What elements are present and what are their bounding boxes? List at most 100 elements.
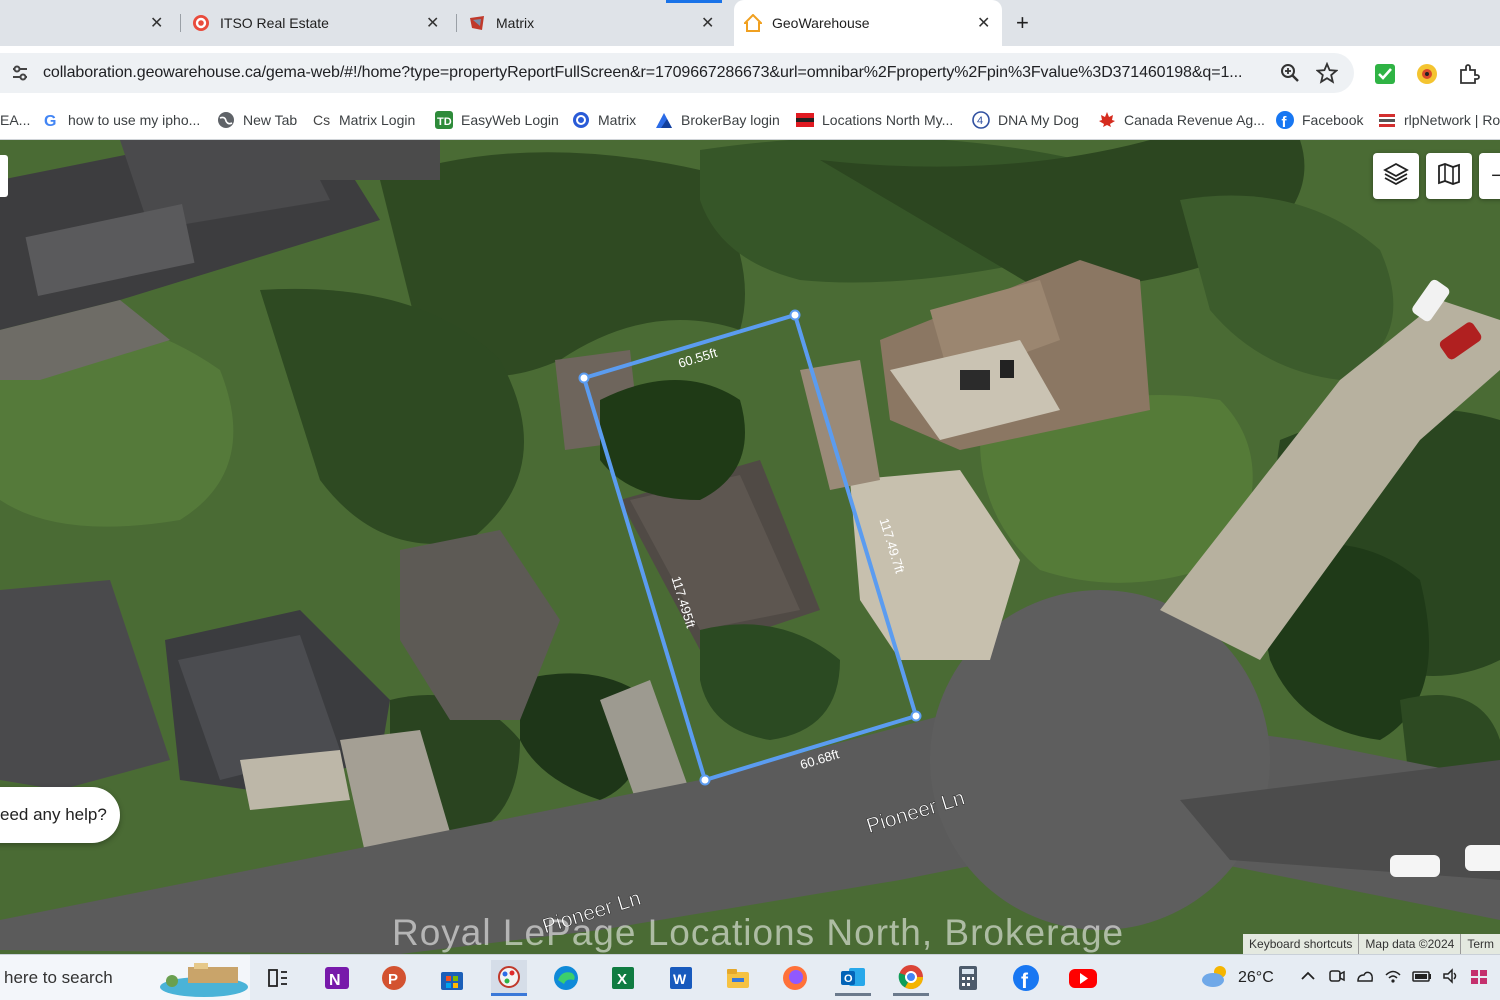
tab-strip: ✕ ITSO Real Estate ✕ Matrix ✕ GeoWarehou… — [0, 0, 1500, 46]
bookmark-dna-dog[interactable]: 4 DNA My Dog — [972, 100, 1079, 140]
geowarehouse-favicon — [742, 13, 764, 32]
extension-ball-icon[interactable] — [1416, 63, 1438, 90]
maple-leaf-icon — [1098, 111, 1116, 129]
side-panel-tab[interactable] — [0, 155, 8, 197]
task-view-icon[interactable] — [260, 960, 296, 996]
powerpoint-icon[interactable]: P — [376, 960, 412, 996]
meet-now-icon[interactable] — [1328, 967, 1346, 990]
bookmark-label: Matrix Login — [339, 112, 416, 128]
zoom-button-partial[interactable]: − — [1479, 153, 1500, 199]
close-icon[interactable]: ✕ — [426, 13, 439, 33]
tab-divider — [180, 14, 181, 32]
firefox-icon[interactable] — [777, 960, 813, 996]
extension-check-icon[interactable] — [1374, 63, 1396, 90]
bookmark-label: Facebook — [1302, 112, 1364, 128]
brokerbay-icon — [655, 111, 673, 129]
excel-icon[interactable]: X — [605, 960, 641, 996]
new-tab-button[interactable]: + — [1016, 0, 1036, 46]
weather-temp[interactable]: 26°C — [1238, 969, 1274, 987]
close-icon[interactable]: ✕ — [701, 13, 714, 33]
bookmark-matrix[interactable]: Matrix — [572, 100, 636, 140]
tab-geowarehouse[interactable]: GeoWarehouse ✕ — [734, 0, 1002, 46]
paint-icon[interactable] — [491, 960, 527, 996]
tab-title: Matrix — [496, 15, 535, 31]
zoom-icon[interactable] — [1280, 63, 1300, 88]
bookmark-new-tab[interactable]: New Tab — [217, 100, 297, 140]
windows-taskbar: here to search N P X W O f 26°C — [0, 954, 1500, 1000]
youtube-icon[interactable] — [1065, 960, 1101, 996]
tab-partial[interactable]: ✕ — [0, 0, 175, 46]
watermark: Royal LePage Locations North, Brokerage — [392, 912, 1125, 953]
minus-icon: − — [1491, 164, 1500, 187]
battery-icon[interactable] — [1412, 967, 1432, 990]
bookmark-label: New Tab — [243, 112, 298, 128]
globe-icon — [217, 111, 235, 129]
url-text[interactable]: collaboration.geowarehouse.ca/gema-web/#… — [43, 64, 1242, 82]
layers-button[interactable] — [1373, 153, 1419, 199]
bookmark-label: Matrix — [598, 112, 637, 128]
matrix-icon — [572, 111, 590, 129]
bookmark-ea[interactable]: EA... — [0, 100, 30, 140]
svg-text:P: P — [388, 971, 398, 988]
tab-itso[interactable]: ITSO Real Estate ✕ — [192, 0, 454, 46]
chrome-icon[interactable] — [893, 960, 929, 996]
facebook-icon[interactable]: f — [1008, 960, 1044, 996]
search-highlight-image — [158, 961, 250, 997]
bookmark-cra[interactable]: Canada Revenue Ag... — [1098, 100, 1265, 140]
bookmark-star-icon[interactable] — [1315, 61, 1339, 89]
svg-text:TD: TD — [437, 116, 452, 128]
locations-north-icon — [796, 111, 814, 129]
bookmark-label: BrokerBay login — [681, 112, 780, 128]
matrix-favicon — [468, 14, 486, 32]
site-settings-icon[interactable] — [10, 63, 30, 88]
bookmark-label: how to use my ipho... — [68, 112, 201, 128]
bookmarks-bar: EA... G how to use my ipho... New Tab Cs… — [0, 100, 1500, 140]
address-bar[interactable]: collaboration.geowarehouse.ca/gema-web/#… — [0, 53, 1354, 93]
taskbar-search[interactable]: here to search — [0, 955, 250, 1000]
layers-icon — [1383, 161, 1409, 192]
td-icon: TD — [435, 111, 453, 129]
help-text: eed any help? — [0, 805, 107, 824]
extensions-puzzle-icon[interactable] — [1458, 63, 1480, 90]
bookmark-rlpnetwork[interactable]: rlpNetwork | Ro — [1378, 100, 1500, 140]
bookmark-iphone[interactable]: G how to use my ipho... — [42, 100, 200, 140]
bookmark-label: EA... — [0, 112, 31, 128]
bookmark-easyweb[interactable]: TD EasyWeb Login — [435, 100, 559, 140]
help-chat-bubble[interactable]: eed any help? — [0, 787, 120, 843]
svg-text:G: G — [44, 113, 56, 129]
close-icon[interactable]: ✕ — [150, 13, 163, 33]
bookmark-brokerbay[interactable]: BrokerBay login — [655, 100, 780, 140]
bookmark-label: Locations North My... — [822, 112, 954, 128]
tab-matrix[interactable]: Matrix ✕ — [468, 0, 730, 46]
map-attribution: Keyboard shortcuts Map data ©2024 Term — [1243, 934, 1500, 954]
close-icon[interactable]: ✕ — [977, 13, 990, 33]
notifications-icon[interactable] — [1470, 967, 1488, 990]
bookmark-label: Canada Revenue Ag... — [1124, 112, 1265, 128]
facebook-icon: f — [1276, 111, 1294, 131]
word-icon[interactable]: W — [663, 960, 699, 996]
keyboard-shortcuts-link[interactable]: Keyboard shortcuts — [1243, 934, 1358, 954]
search-placeholder: here to search — [4, 968, 113, 987]
bookmark-matrix-login[interactable]: Cs Matrix Login — [313, 100, 415, 140]
volume-icon[interactable] — [1442, 967, 1460, 990]
onedrive-icon[interactable] — [1356, 967, 1374, 990]
bookmark-locations-north[interactable]: Locations North My... — [796, 100, 953, 140]
edge-icon[interactable] — [548, 960, 584, 996]
itso-favicon — [192, 14, 210, 32]
svg-text:4: 4 — [977, 115, 983, 127]
onenote-icon[interactable]: N — [319, 960, 355, 996]
terms-link[interactable]: Term — [1460, 934, 1500, 954]
bookmark-label: rlpNetwork | Ro — [1404, 112, 1500, 128]
chevron-up-icon[interactable] — [1300, 968, 1316, 989]
outlook-icon[interactable]: O — [835, 960, 871, 996]
svg-text:f: f — [1021, 970, 1029, 992]
svg-text:O: O — [844, 973, 853, 985]
weather-icon[interactable] — [1200, 963, 1230, 994]
satellite-map[interactable]: 60.55ft 117.49.7ft 117.495ft 60.68ft Pio… — [0, 140, 1500, 954]
store-icon[interactable] — [434, 960, 470, 996]
map-type-button[interactable] — [1426, 153, 1472, 199]
file-explorer-icon[interactable] — [720, 960, 756, 996]
bookmark-facebook[interactable]: f Facebook — [1276, 100, 1363, 140]
wifi-icon[interactable] — [1384, 967, 1402, 990]
calculator-icon[interactable] — [950, 960, 986, 996]
